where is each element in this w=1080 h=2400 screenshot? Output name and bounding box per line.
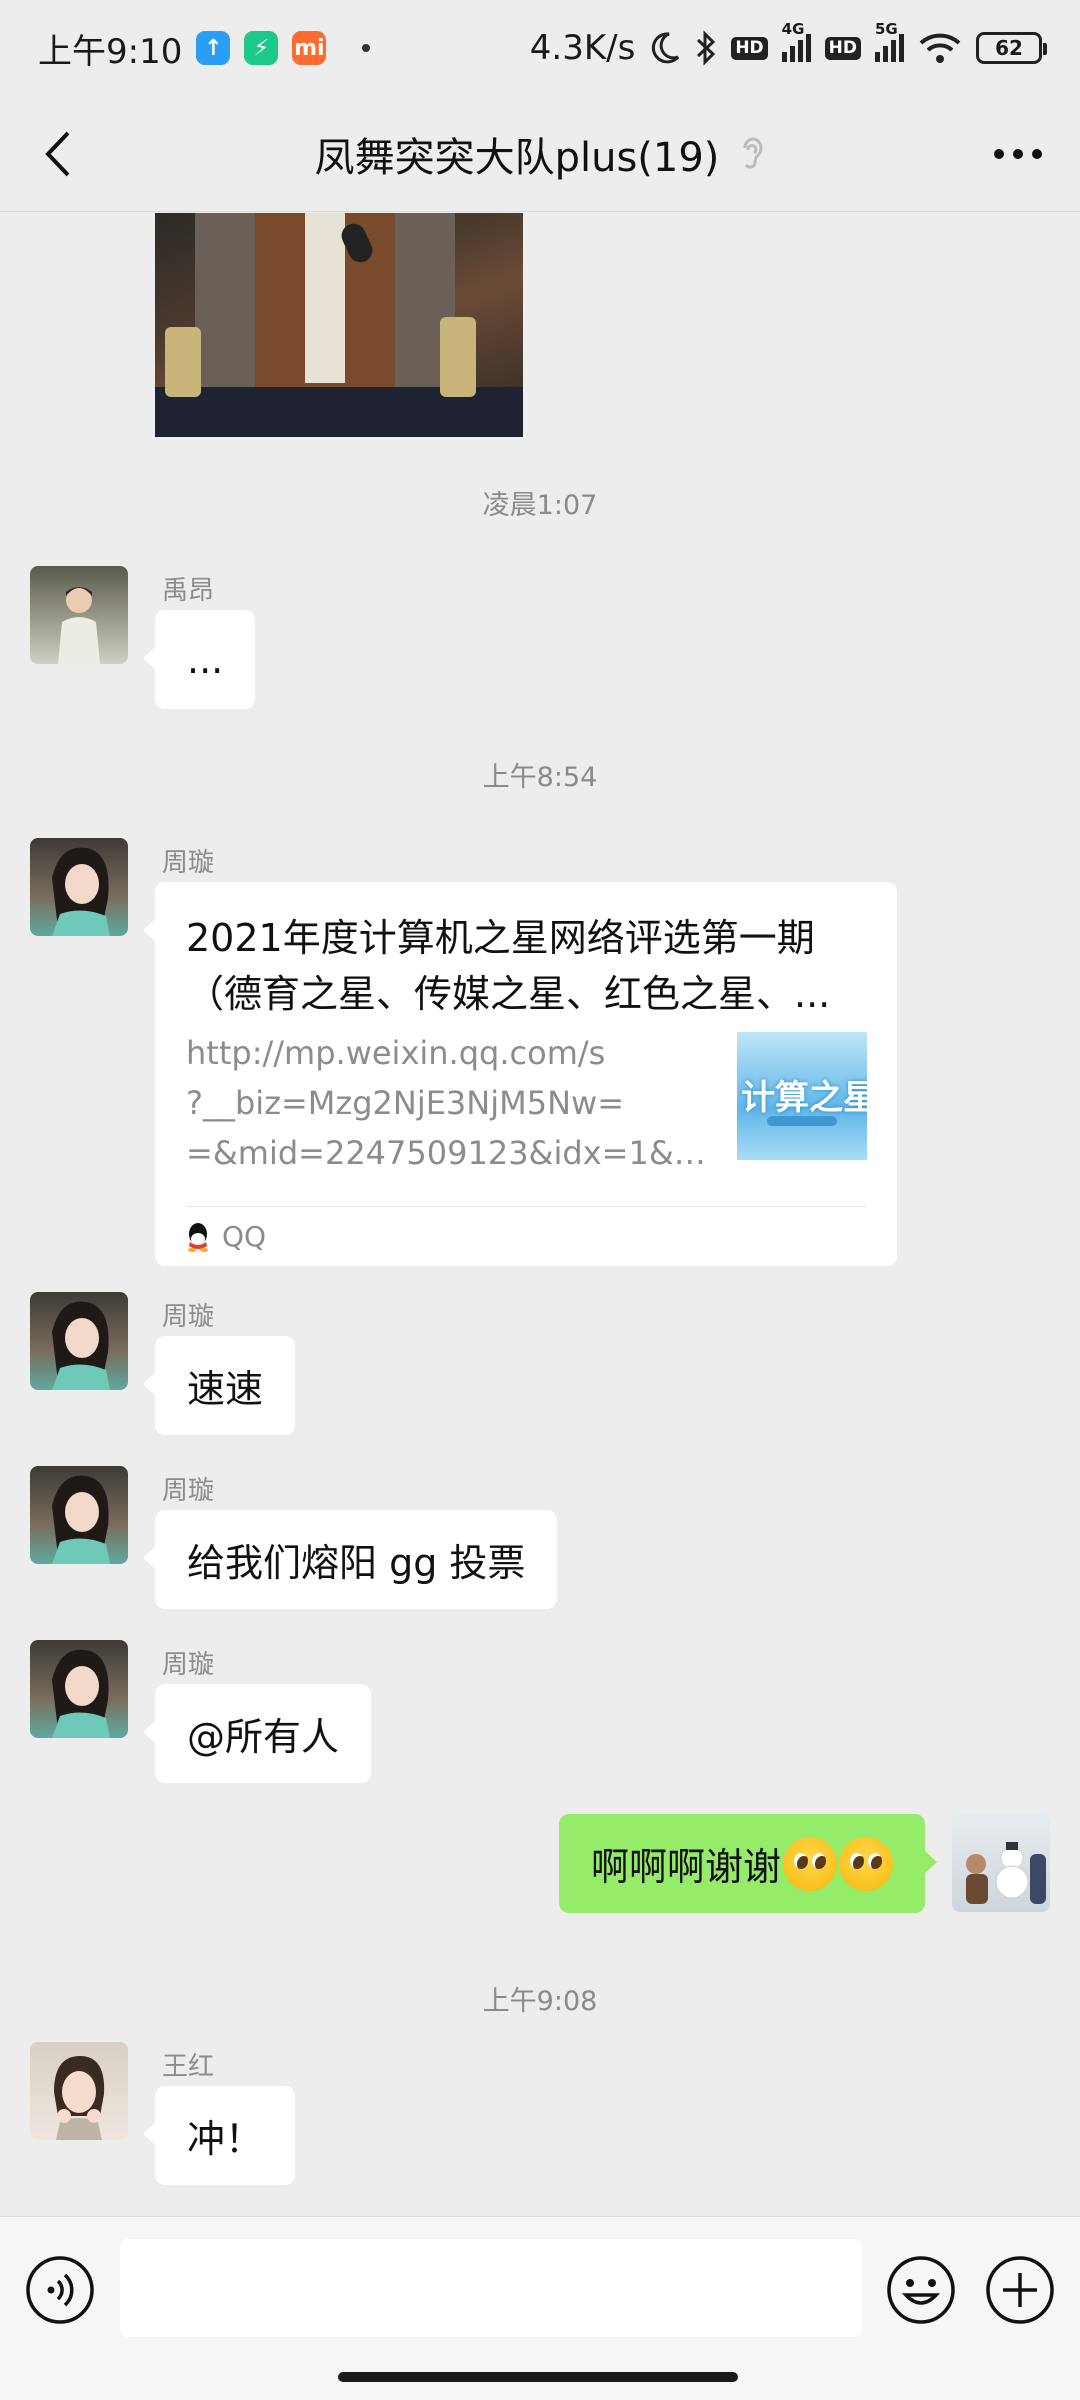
pleading-face-icon [783,1836,837,1891]
voice-icon [26,2256,94,2324]
message-bubble[interactable]: 给我们熔阳 gg 投票 [142,1510,558,1609]
plus-button[interactable] [985,2255,1055,2325]
time-label: 上午9:08 [482,1986,598,2017]
sender-name: 周璇 [162,1476,215,1506]
battery-level: 62 [995,36,1023,60]
time-label: 凌晨1:07 [482,490,598,521]
time-label: 上午8:54 [482,762,598,793]
home-indicator[interactable] [338,2372,738,2382]
status-time: 上午9:10 [38,31,183,72]
chat-screen: 上午9:10 ↑ ⚡ mi 4.3K/s HD 4G HD 5G 62 凤舞突突… [0,0,1080,2400]
link-card[interactable]: 2021年度计算机之星网络评选第一期 （德育之星、传媒之星、红色之星、... h… [143,882,897,1266]
message-bubble[interactable]: 速速 [142,1336,296,1435]
avatar[interactable] [30,1466,128,1564]
avatar[interactable] [30,2042,128,2140]
link-url-line: =&mid=2247509123&idx=1&sn... [186,1134,706,1172]
thumbnail-text: 计算之星 [741,1078,867,1118]
battery-icon: 62 [976,32,1047,64]
pleading-face-icon [839,1836,893,1891]
emoji-icon [887,2256,955,2324]
avatar[interactable] [30,838,128,936]
sender-name: 周璇 [162,1650,215,1680]
chat-header: 凤舞突突大队plus(19) [0,96,1080,212]
qq-icon [186,1222,210,1252]
link-title-line: （德育之星、传媒之星、红色之星、... [186,972,831,1016]
wifi-icon [919,33,961,63]
message-text: 啊啊啊谢谢 [590,1845,781,1889]
link-title-line: 2021年度计算机之星网络评选第一期 [186,916,815,960]
bluetooth-icon [697,30,716,66]
chat-title: 凤舞突突大队plus(19) [314,134,720,181]
signal-4g-icon: 4G [781,20,811,62]
notification-dot-icon [362,44,371,52]
chevron-left-icon [45,131,70,177]
message-bubble[interactable]: @所有人 [142,1684,372,1783]
avatar[interactable] [30,1292,128,1390]
status-bar: 上午9:10 ↑ ⚡ mi 4.3K/s HD 4G HD 5G 62 [0,0,1080,96]
sender-name: 禹昂 [162,576,215,606]
moon-icon [652,32,680,64]
link-source: QQ [186,1206,867,1266]
message-bubble[interactable]: ... [142,610,256,709]
image-message[interactable] [155,213,523,437]
mi-icon: mi [292,31,327,65]
more-button[interactable] [982,122,1054,186]
message-bubble[interactable]: 冲！ [142,2086,296,2185]
link-url-line: http://mp.weixin.qq.com/s [186,1034,606,1072]
voice-button[interactable] [25,2255,95,2325]
message-list[interactable]: 凌晨1:07 禹昂 ... 上午8:54 周璇 2021年度计算机之星网络评选第… [0,213,1080,2216]
message-input[interactable] [120,2239,862,2337]
hd-badge: HD [824,36,861,60]
avatar[interactable] [30,566,128,664]
ear-icon [739,134,765,174]
sender-name: 周璇 [162,1302,215,1332]
sender-name: 王红 [162,2052,215,2082]
link-url: http://mp.weixin.qq.com/s ?__biz=Mzg2NjE… [186,1028,717,1178]
sender-name: 周璇 [162,848,215,878]
link-source-label: QQ [222,1220,267,1253]
more-icon [994,149,1042,159]
message-bubble-self[interactable]: 啊啊啊谢谢 [558,1814,938,1913]
emoji-button[interactable] [886,2255,956,2325]
hd-badge: HD [731,36,768,60]
back-button[interactable] [26,122,90,186]
shield-icon: ⚡ [244,31,279,65]
link-title: 2021年度计算机之星网络评选第一期 （德育之星、传媒之星、红色之星、... [186,910,867,1022]
upload-icon: ↑ [196,31,231,65]
signal-5g-icon: 5G [875,20,904,62]
plus-icon [986,2256,1054,2324]
link-url-line: ?__biz=Mzg2NjE3NjM5Nw= [186,1084,624,1122]
avatar[interactable] [30,1640,128,1738]
avatar[interactable] [952,1814,1050,1912]
network-speed: 4.3K/s [529,28,636,68]
link-thumbnail: 计算之星 [737,1032,867,1160]
